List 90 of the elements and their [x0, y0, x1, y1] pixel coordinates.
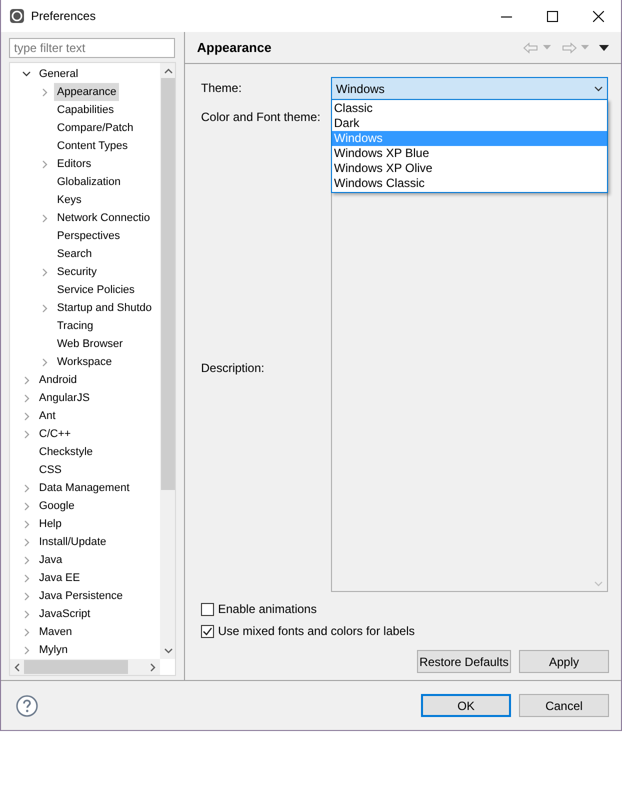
tree-item[interactable]: Network Connectio [54, 209, 153, 227]
tree-item[interactable]: Content Types [54, 137, 131, 155]
tree-item[interactable]: Java [36, 551, 66, 569]
collapsed-caret-icon[interactable] [24, 592, 30, 600]
collapsed-caret-icon[interactable] [24, 610, 30, 618]
collapsed-caret-icon[interactable] [24, 520, 30, 528]
scrollbar-thumb[interactable] [24, 660, 128, 674]
expanded-caret-icon[interactable] [22, 71, 31, 77]
tree-item[interactable]: C/C++ [36, 425, 74, 443]
dropdown-icon[interactable] [543, 45, 551, 50]
theme-label: Theme: [201, 80, 243, 97]
collapsed-caret-icon[interactable] [24, 646, 30, 654]
tree-item[interactable]: Install/Update [36, 533, 110, 551]
help-icon[interactable] [16, 694, 38, 716]
checkbox[interactable] [201, 624, 214, 638]
scroll-left-icon[interactable] [14, 662, 20, 672]
tree-item[interactable]: Keys [54, 191, 84, 209]
scroll-right-icon[interactable] [150, 662, 156, 672]
description-label: Description: [201, 360, 264, 377]
theme-dropdown[interactable]: Windows [331, 77, 608, 100]
collapsed-caret-icon[interactable] [24, 394, 30, 402]
filter-field[interactable]: type filter text [9, 38, 175, 58]
collapsed-caret-icon[interactable] [24, 628, 30, 636]
collapsed-caret-icon[interactable] [24, 484, 30, 492]
restore-defaults-button[interactable]: Restore Defaults [417, 650, 511, 673]
dropdown-option[interactable]: Windows XP Olive [332, 161, 607, 176]
scroll-up-icon[interactable] [164, 68, 172, 74]
tree-item[interactable]: Appearance [54, 83, 120, 101]
back-arrow-icon[interactable] [523, 42, 539, 54]
collapsed-caret-icon[interactable] [24, 412, 30, 420]
collapsed-caret-icon[interactable] [42, 304, 48, 312]
tree-item[interactable]: Startup and Shutdo [54, 299, 155, 317]
tree-item[interactable]: Android [36, 371, 80, 389]
view-menu-icon[interactable] [599, 44, 609, 50]
tree-item[interactable]: Maven [36, 623, 76, 641]
tree-item[interactable]: Compare/Patch [54, 119, 136, 137]
collapsed-caret-icon[interactable] [42, 88, 48, 96]
maximize-icon [546, 10, 558, 22]
collapsed-caret-icon[interactable] [42, 358, 48, 366]
checkbox-label: Enable animations [218, 601, 317, 618]
tree-item[interactable]: General [36, 65, 82, 83]
apply-button[interactable]: Apply [519, 650, 609, 673]
collapsed-caret-icon[interactable] [24, 502, 30, 510]
tree-item[interactable]: Workspace [54, 353, 115, 371]
page-title: Appearance [197, 38, 272, 57]
color-font-theme-label: Color and Font theme: [201, 109, 320, 126]
collapsed-caret-icon[interactable] [42, 160, 48, 168]
collapsed-caret-icon[interactable] [42, 268, 48, 276]
collapsed-caret-icon[interactable] [42, 214, 48, 222]
tree-item[interactable]: Capabilities [54, 101, 117, 119]
tree-item[interactable]: Ant [36, 407, 59, 425]
collapsed-caret-icon[interactable] [24, 430, 30, 438]
tree-item[interactable]: JavaScript [36, 605, 94, 623]
tree-item[interactable]: Globalization [54, 173, 124, 191]
tree-item[interactable]: Checkstyle [36, 443, 96, 461]
collapsed-caret-icon[interactable] [24, 574, 30, 582]
tree-item[interactable]: Google [36, 497, 78, 515]
dropdown-option[interactable]: Windows XP Blue [332, 146, 607, 161]
tree-item[interactable]: Service Policies [54, 281, 138, 299]
tree-item[interactable]: AngularJS [36, 389, 93, 407]
scroll-down-icon[interactable] [164, 648, 172, 654]
tree-item[interactable]: Search [54, 245, 95, 263]
tree-item[interactable]: Data Management [36, 479, 132, 497]
collapsed-caret-icon[interactable] [24, 376, 30, 384]
tree-item[interactable]: Editors [54, 155, 94, 173]
app-icon [9, 8, 25, 24]
dialog-button[interactable]: OK [421, 694, 511, 717]
tree-item[interactable]: Security [54, 263, 100, 281]
collapsed-caret-icon[interactable] [24, 556, 30, 564]
dropdown-option[interactable]: Classic [332, 101, 607, 116]
checkbox[interactable] [201, 602, 214, 616]
tree-item[interactable]: CSS [36, 461, 65, 479]
scrollbar-thumb[interactable] [161, 78, 175, 490]
tree-item[interactable]: Web Browser [54, 335, 126, 353]
dropdown-option[interactable]: Windows Classic [332, 176, 607, 191]
caret-icon [594, 86, 603, 92]
dropdown-icon[interactable] [581, 45, 589, 50]
tree-item[interactable]: Tracing [54, 317, 96, 335]
tree-item[interactable]: Help [36, 515, 65, 533]
window-title: Preferences [31, 8, 97, 25]
tree-item[interactable]: Mylyn [36, 641, 71, 659]
checkbox-label: Use mixed fonts and colors for labels [218, 623, 415, 640]
dialog-button[interactable]: Cancel [519, 694, 609, 717]
tree-item[interactable]: Perspectives [54, 227, 123, 245]
collapsed-caret-icon[interactable] [24, 538, 30, 546]
tree-item[interactable]: Java EE [36, 569, 83, 587]
tree-item[interactable]: Java Persistence [36, 587, 126, 605]
dropdown-option[interactable]: Dark [332, 116, 607, 131]
forward-arrow-icon[interactable] [561, 42, 577, 54]
close-icon [592, 10, 604, 22]
